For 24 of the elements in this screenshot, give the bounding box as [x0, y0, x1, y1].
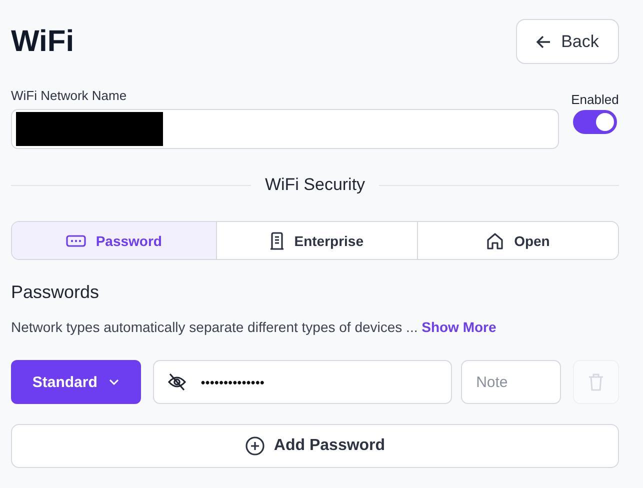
- trash-icon: [588, 373, 604, 391]
- type-dropdown[interactable]: Standard: [11, 360, 141, 404]
- building-icon: [270, 232, 284, 250]
- eye-slash-icon[interactable]: [166, 373, 187, 391]
- field-label: WiFi Network Name: [11, 88, 128, 103]
- section-heading: Passwords: [11, 282, 100, 303]
- arrow-left-icon: [536, 34, 552, 48]
- back-button[interactable]: Back: [516, 19, 619, 64]
- plus-circle-icon: [244, 436, 265, 456]
- network-name-field[interactable]: [11, 109, 559, 149]
- description-text: Network types automatically separate different types of devices ... Show More: [11, 319, 498, 335]
- add-password-button[interactable]: Add Password: [11, 424, 619, 468]
- password-field[interactable]: ••••••••••••••: [152, 360, 452, 404]
- house-icon: [486, 232, 504, 250]
- password-icon: [66, 234, 86, 246]
- toggle-label: Enabled: [571, 92, 619, 107]
- toggle-switch[interactable]: [573, 110, 617, 134]
- chevron-down-icon: [109, 379, 120, 385]
- section-heading: WiFi Security: [264, 175, 366, 195]
- page-title: WiFi: [11, 24, 74, 58]
- show-more-link[interactable]: Show More: [422, 319, 496, 335]
- note-field[interactable]: Note: [461, 360, 562, 404]
- security-tab[interactable]: Open: [416, 222, 618, 259]
- security-tab[interactable]: Password: [12, 222, 216, 259]
